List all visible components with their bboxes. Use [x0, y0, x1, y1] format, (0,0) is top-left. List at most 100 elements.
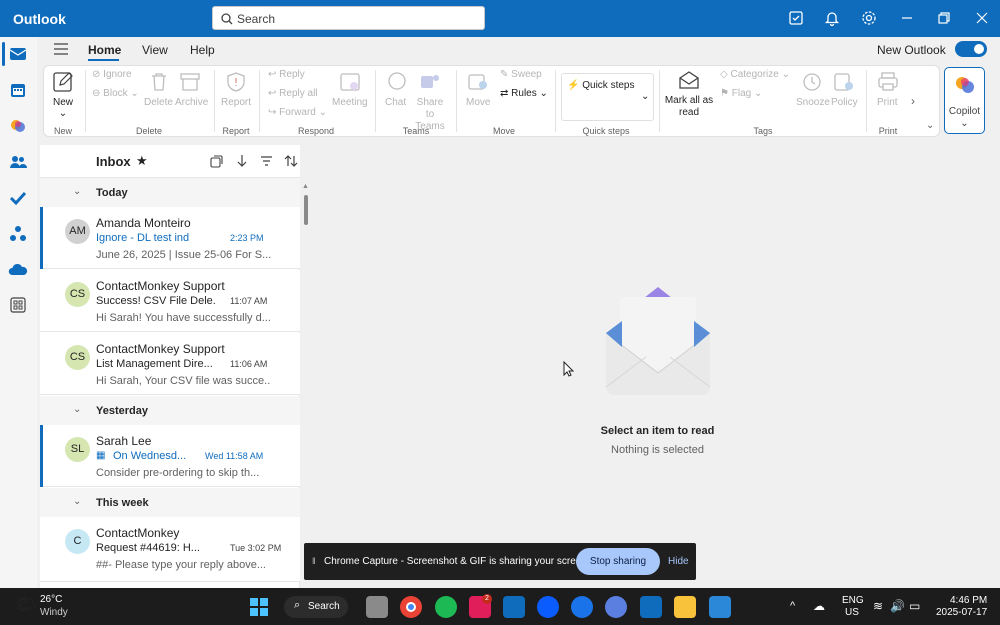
print-icon[interactable]: [876, 70, 900, 94]
categorize-button[interactable]: ◇ Categorize ⌄: [720, 69, 790, 80]
jump-to-icon[interactable]: [236, 154, 248, 168]
start-windows-icon[interactable]: [248, 596, 270, 618]
onedrive-icon[interactable]: [8, 260, 28, 280]
hamburger-menu-icon[interactable]: [54, 43, 68, 55]
group-header-this-week[interactable]: ⌄ This week: [40, 488, 300, 517]
volume-icon[interactable]: 🔊: [890, 599, 905, 613]
policy-button[interactable]: Policy: [831, 97, 858, 108]
quick-steps-button[interactable]: ⚡ Quick steps: [567, 80, 634, 91]
file-explorer-icon[interactable]: [674, 596, 696, 618]
delete-icon[interactable]: [147, 70, 171, 94]
meeting-icon[interactable]: [338, 70, 362, 94]
archive-icon[interactable]: [178, 70, 202, 94]
copilot-button[interactable]: Copilot ⌄: [944, 67, 985, 134]
teams-icon[interactable]: [418, 70, 442, 94]
report-shield-icon[interactable]: [224, 70, 248, 94]
sort-icon[interactable]: [284, 154, 298, 168]
more-apps-icon[interactable]: [8, 295, 28, 315]
move-button[interactable]: Move: [466, 97, 490, 108]
favorite-star-icon[interactable]: ★: [136, 153, 148, 169]
ribbon-collapse-icon[interactable]: ⌄: [926, 120, 934, 131]
list-item[interactable]: AM Amanda Monteiro Ignore - DL test ind …: [40, 207, 300, 269]
wifi-icon[interactable]: ≋: [873, 599, 883, 613]
chat-button[interactable]: Chat: [385, 97, 406, 108]
notes-icon[interactable]: [787, 9, 805, 27]
new-button[interactable]: New: [51, 97, 75, 108]
battery-icon[interactable]: ▭: [909, 599, 920, 613]
reply-button[interactable]: ↩ Reply: [268, 69, 305, 80]
list-item[interactable]: SL Sarah Lee ▦ On Wednesd... Wed 11:58 AM…: [40, 425, 300, 487]
ribbon-scroll-right-icon[interactable]: ›: [911, 94, 915, 108]
taskbar-search-button[interactable]: ⌕ Search: [284, 596, 348, 618]
new-outlook-toggle[interactable]: [955, 41, 987, 57]
reply-all-button[interactable]: ↩ Reply all: [268, 88, 318, 99]
clock-date[interactable]: 2025-07-17: [936, 607, 987, 618]
forward-button[interactable]: ↪ Forward ⌄: [268, 107, 327, 118]
search-input[interactable]: Search: [212, 6, 485, 30]
select-mode-icon[interactable]: [210, 155, 223, 168]
tab-view[interactable]: View: [142, 43, 168, 57]
settings-app-icon[interactable]: [605, 596, 627, 618]
chrome-icon[interactable]: [400, 596, 422, 618]
restore-icon[interactable]: [935, 9, 953, 27]
new-mail-icon[interactable]: [51, 70, 75, 94]
block-button[interactable]: ⊖ Block ⌄: [92, 88, 139, 99]
close-icon[interactable]: [973, 9, 991, 27]
scroll-up-arrow-icon[interactable]: ▲: [302, 183, 309, 190]
archive-button[interactable]: Archive: [175, 97, 208, 108]
print-button[interactable]: Print: [877, 97, 898, 108]
group-header-yesterday[interactable]: ⌄ Yesterday: [40, 396, 300, 425]
message-list-scrollbar[interactable]: [304, 195, 308, 225]
region-code[interactable]: US: [845, 607, 859, 618]
weather-desc[interactable]: Windy: [40, 607, 68, 618]
group-header-today[interactable]: ⌄ Today: [40, 178, 300, 207]
gear-icon[interactable]: [860, 9, 878, 27]
quick-steps-expand-icon[interactable]: ⌄: [641, 91, 649, 102]
hide-button[interactable]: Hide: [668, 556, 689, 567]
outlook-icon[interactable]: [503, 596, 525, 618]
filter-icon[interactable]: [260, 155, 273, 167]
org-explorer-icon[interactable]: [8, 224, 28, 244]
tab-help[interactable]: Help: [190, 43, 215, 57]
copilot-icon[interactable]: [8, 116, 28, 136]
sweep-button[interactable]: ✎ Sweep: [500, 69, 542, 80]
meeting-button[interactable]: Meeting: [332, 97, 368, 108]
snipping-tool-icon[interactable]: [709, 596, 731, 618]
meet-icon[interactable]: [571, 596, 593, 618]
mail-icon[interactable]: [8, 44, 28, 64]
mark-all-as-read-button[interactable]: Mark all as read: [664, 95, 714, 119]
clock-time[interactable]: 4:46 PM: [950, 595, 987, 606]
policy-icon[interactable]: [832, 70, 856, 94]
delete-button[interactable]: Delete: [144, 97, 173, 108]
snooze-button[interactable]: Snooze: [796, 97, 830, 108]
move-icon[interactable]: [466, 70, 490, 94]
tab-home[interactable]: Home: [88, 43, 121, 57]
list-item[interactable]: C ContactMonkey Request #44619: H... Tue…: [40, 517, 300, 582]
people-icon[interactable]: [8, 152, 28, 172]
calendar-icon[interactable]: [8, 80, 28, 100]
stop-sharing-button[interactable]: Stop sharing: [576, 548, 660, 575]
chat-icon[interactable]: [385, 70, 409, 94]
ignore-button[interactable]: ⊘ Ignore: [92, 69, 132, 80]
rules-button[interactable]: ⇄ Rules ⌄: [500, 88, 548, 99]
language-code[interactable]: ENG: [842, 595, 864, 606]
weather-icon[interactable]: 🌤: [14, 594, 37, 615]
snooze-clock-icon[interactable]: [800, 70, 824, 94]
list-item[interactable]: CS ContactMonkey Support Success! CSV Fi…: [40, 270, 300, 332]
report-button[interactable]: Report: [221, 97, 251, 108]
zoom-icon[interactable]: [537, 596, 559, 618]
outlook-new-icon[interactable]: [640, 596, 662, 618]
todo-icon[interactable]: [8, 188, 28, 208]
list-item[interactable]: CS ContactMonkey Support List Management…: [40, 333, 300, 395]
new-chevron-icon[interactable]: ⌄: [51, 108, 75, 119]
minimize-icon[interactable]: [898, 9, 916, 27]
flag-button[interactable]: ⚑ Flag ⌄: [720, 88, 762, 99]
task-view-icon[interactable]: [366, 596, 388, 618]
spotify-icon[interactable]: [435, 596, 457, 618]
chevron-up-icon[interactable]: ^: [790, 600, 795, 612]
drag-handle-icon[interactable]: ‖: [312, 556, 316, 566]
bell-icon[interactable]: [823, 9, 841, 27]
mark-read-icon[interactable]: [677, 68, 701, 92]
weather-temp[interactable]: 26°C: [40, 594, 62, 605]
cloud-sync-icon[interactable]: ☁: [813, 599, 825, 613]
